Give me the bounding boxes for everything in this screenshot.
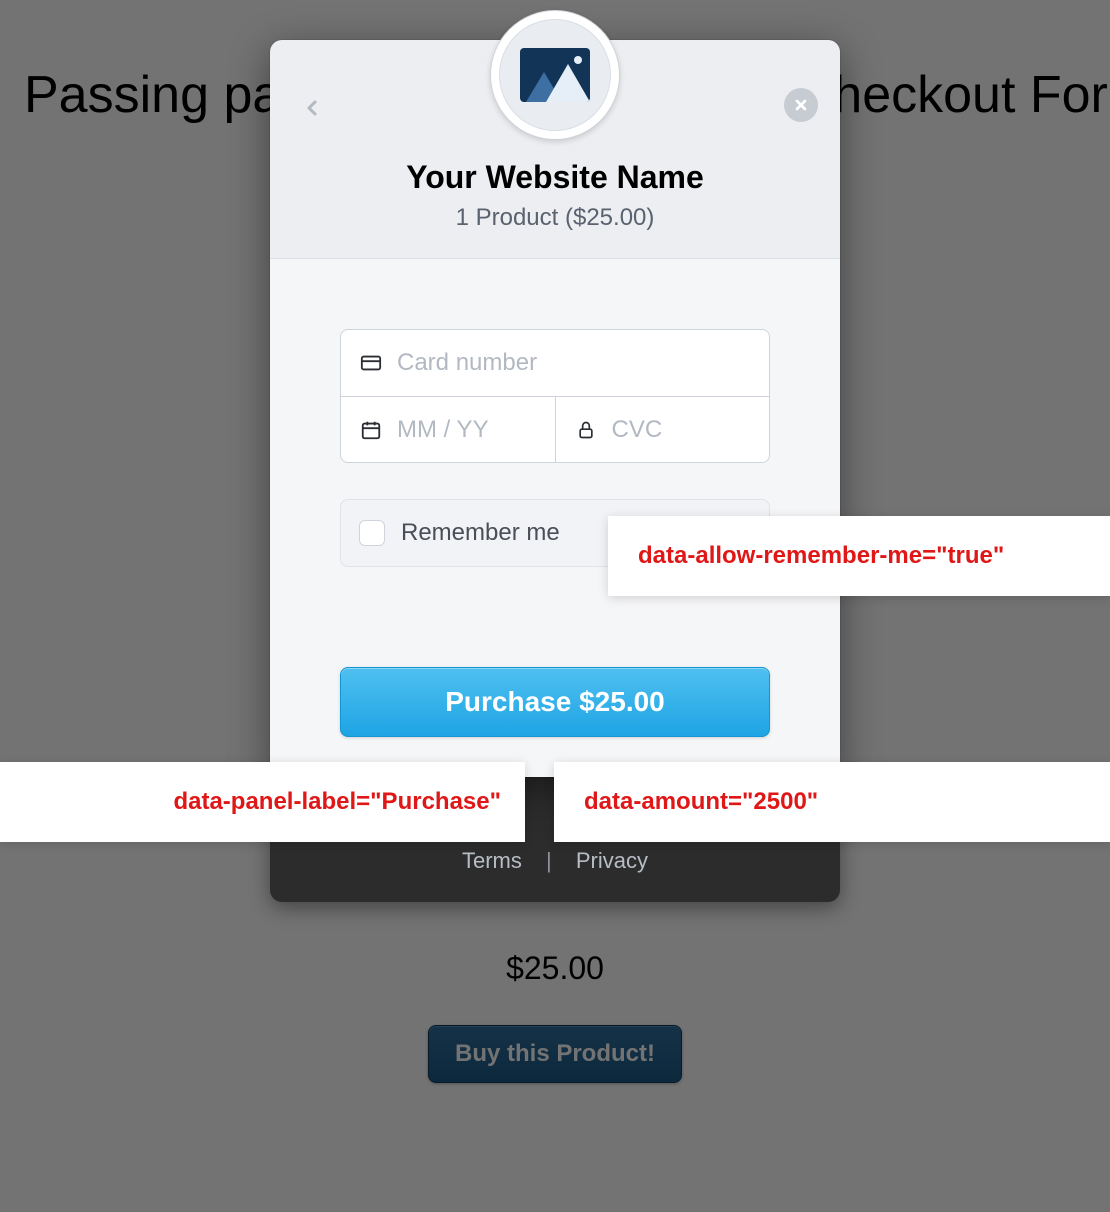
privacy-link[interactable]: Privacy [558, 848, 666, 873]
close-icon [793, 97, 809, 113]
annotation-amount: data-amount="2500" [554, 762, 1110, 842]
close-button[interactable] [784, 88, 818, 122]
cvc-input[interactable] [612, 416, 752, 444]
card-number-input[interactable] [397, 349, 751, 377]
lock-icon [574, 418, 598, 442]
remember-me-checkbox[interactable] [359, 520, 385, 546]
calendar-icon [359, 418, 383, 442]
order-summary: 1 Product ($25.00) [300, 204, 810, 232]
purchase-button[interactable]: Purchase $25.00 [340, 667, 770, 737]
terms-link[interactable]: Terms [444, 848, 540, 873]
checkout-modal: Your Website Name 1 Product ($25.00) [270, 40, 840, 777]
credit-card-icon [359, 351, 383, 375]
merchant-avatar [490, 10, 620, 140]
merchant-name: Your Website Name [300, 159, 810, 196]
footer-separator: | [546, 848, 552, 873]
card-fieldset [340, 329, 770, 463]
annotation-remember-me: data-allow-remember-me="true" [608, 516, 1110, 596]
expiry-input[interactable] [397, 416, 537, 444]
annotation-panel-label: data-panel-label="Purchase" [0, 762, 525, 842]
back-button[interactable] [292, 88, 332, 128]
image-placeholder-icon [520, 48, 590, 102]
remember-me-label[interactable]: Remember me [401, 519, 560, 547]
chevron-left-icon [300, 96, 324, 120]
